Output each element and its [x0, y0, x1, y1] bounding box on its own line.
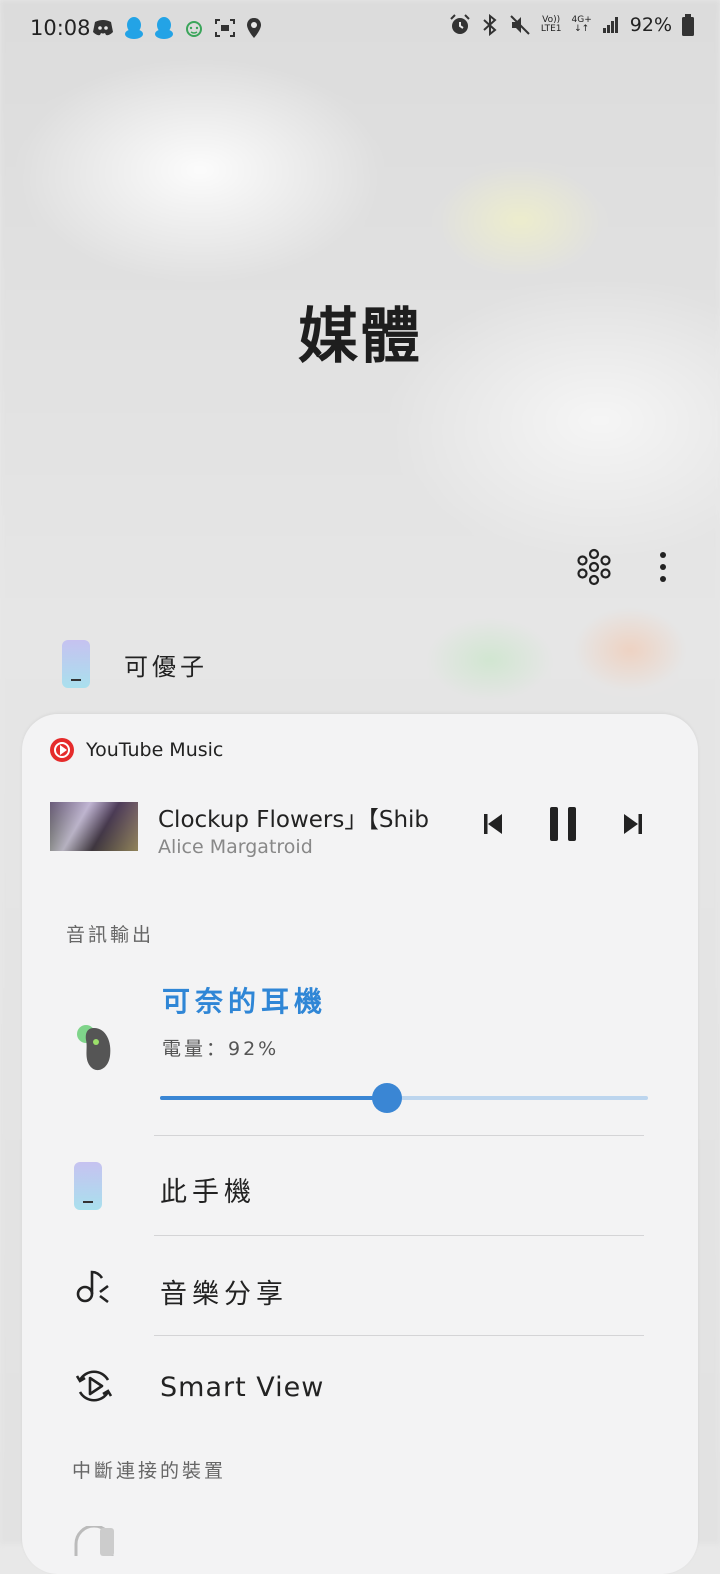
volume-slider[interactable]: [160, 1083, 648, 1113]
music-share-icon: [76, 1270, 109, 1304]
previous-track-icon[interactable]: [482, 812, 504, 836]
youtube-music-icon: [50, 738, 74, 762]
output-option-label[interactable]: 音樂分享: [160, 1272, 288, 1311]
earbud-battery: 電量：92%: [162, 1038, 280, 1060]
battery-percent: 92%: [629, 14, 672, 36]
network-type: 4G+ ↓↑: [571, 15, 592, 34]
current-device-name: 可優子: [124, 652, 208, 681]
earbud-icon: [77, 1025, 111, 1071]
connected-device-name[interactable]: 可奈的耳機: [162, 980, 327, 1020]
android-face-icon: [186, 21, 202, 37]
alarm-icon: [450, 14, 470, 34]
divider: [154, 1235, 644, 1236]
next-track-icon[interactable]: [622, 812, 644, 836]
location-icon: [247, 18, 261, 38]
smart-view-icon: [75, 1370, 113, 1402]
track-artist: Alice Margatroid: [158, 836, 313, 858]
phone-icon: [62, 640, 90, 688]
system-icons: Vo)) LTE1 4G+ ↓↑ 92%: [449, 14, 694, 36]
mute-icon: [510, 15, 530, 35]
album-art[interactable]: [50, 802, 138, 851]
track-title[interactable]: Clockup Flowers」【Shib: [158, 800, 454, 834]
volume-fill: [160, 1096, 387, 1100]
screen-record-icon: [215, 19, 235, 37]
volte-indicator: Vo)) LTE1: [540, 15, 562, 34]
media-app-name: YouTube Music: [86, 739, 224, 761]
page-title: 媒體: [298, 302, 422, 372]
device-network-icon[interactable]: [575, 548, 613, 586]
volume-thumb[interactable]: [371, 1083, 402, 1113]
notification-icons: [92, 16, 262, 40]
current-device-row[interactable]: 可優子: [62, 640, 208, 688]
data-arrows-icon: ↓↑: [574, 24, 590, 34]
playback-controls: [482, 806, 644, 842]
phone-icon: [74, 1162, 102, 1210]
media-app-header: YouTube Music: [50, 738, 223, 762]
output-option-label[interactable]: Smart View: [160, 1372, 324, 1403]
top-actions: [575, 548, 667, 586]
pause-icon[interactable]: [548, 806, 578, 842]
qq-icon-2: [155, 17, 173, 39]
disconnected-section-label: 中斷連接的裝置: [72, 1460, 227, 1482]
divider: [154, 1335, 644, 1336]
bluetooth-icon: [483, 14, 497, 36]
status-time: 10:08: [30, 16, 91, 40]
status-bar: 10:08 Vo)) LTE1 4G+ ↓↑ 92%: [0, 0, 720, 56]
output-option-label[interactable]: 此手機: [160, 1170, 256, 1209]
signal-icon: [602, 17, 618, 33]
headphones-icon: [74, 1526, 114, 1556]
battery-icon: [682, 14, 694, 36]
audio-output-section-label: 音訊輸出: [66, 924, 155, 946]
media-output-panel: YouTube Music Clockup Flowers」【Shib Alic…: [22, 714, 698, 1574]
divider: [154, 1135, 644, 1136]
discord-icon: [93, 20, 113, 36]
more-options-icon[interactable]: [659, 551, 667, 583]
qq-icon: [125, 17, 143, 39]
output-option-phone[interactable]: [74, 1162, 102, 1210]
